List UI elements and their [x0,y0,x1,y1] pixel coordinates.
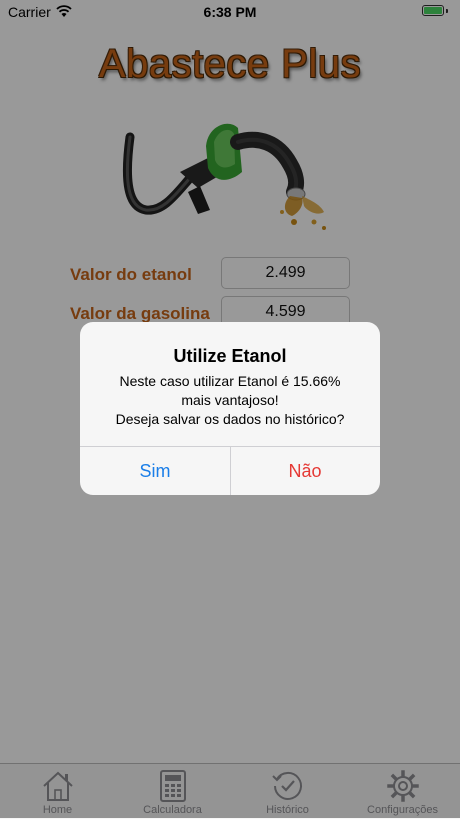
no-button[interactable]: Não [230,447,380,495]
alert-message: Neste caso utilizar Etanol é 15.66% mais… [96,372,364,429]
alert-message-line: Neste caso utilizar Etanol é 15.66% [119,373,341,389]
alert-title: Utilize Etanol [173,346,287,366]
alert-dialog: Utilize Etanol Neste caso utilizar Etano… [80,322,380,495]
alert-message-line: mais vantajoso! [181,392,279,408]
yes-button[interactable]: Sim [80,447,230,495]
alert-message-line: Deseja salvar os dados no histórico? [115,411,345,427]
